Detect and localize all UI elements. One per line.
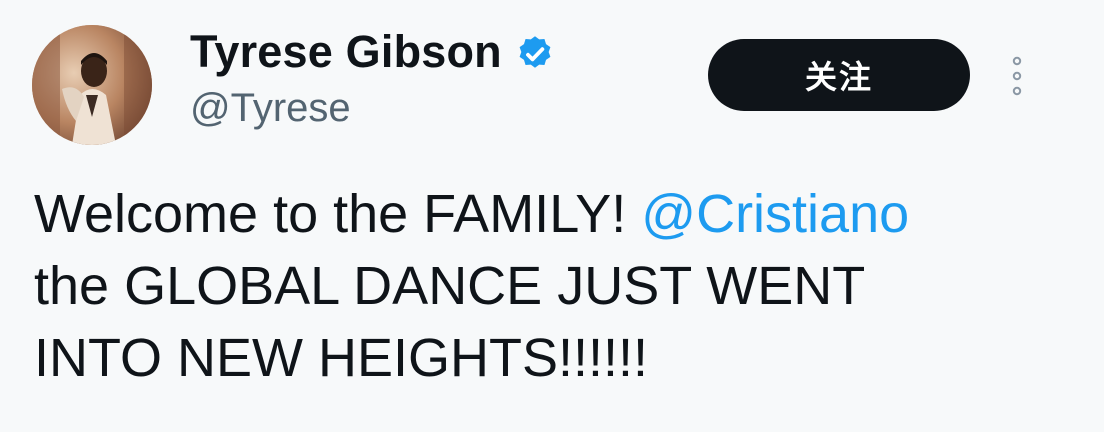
- mention-link[interactable]: @Cristiano: [641, 184, 909, 244]
- avatar[interactable]: [32, 25, 152, 145]
- tweet-line-1-text: Welcome to the FAMILY!: [34, 184, 627, 244]
- verified-badge-icon[interactable]: [514, 31, 556, 73]
- tweet-line-3: INTO NEW HEIGHTS!!!!!!: [34, 328, 649, 388]
- author-name-row: Tyrese Gibson: [190, 22, 556, 82]
- tweet-text: Welcome to the FAMILY! @Cristiano the GL…: [34, 178, 1074, 394]
- user-handle[interactable]: @Tyrese: [190, 86, 351, 131]
- follow-button[interactable]: 关注: [708, 39, 970, 111]
- display-name[interactable]: Tyrese Gibson: [190, 26, 502, 78]
- tweet-line-1: Welcome to the FAMILY! @Cristiano: [34, 178, 1074, 250]
- tweet-line-2: the GLOBAL DANCE JUST WENT: [34, 256, 866, 316]
- tweet-card: Tyrese Gibson @Tyrese 关注 Welcome to the …: [0, 0, 1104, 432]
- more-vertical-icon[interactable]: [1004, 52, 1030, 100]
- profile-photo-icon: [32, 25, 152, 145]
